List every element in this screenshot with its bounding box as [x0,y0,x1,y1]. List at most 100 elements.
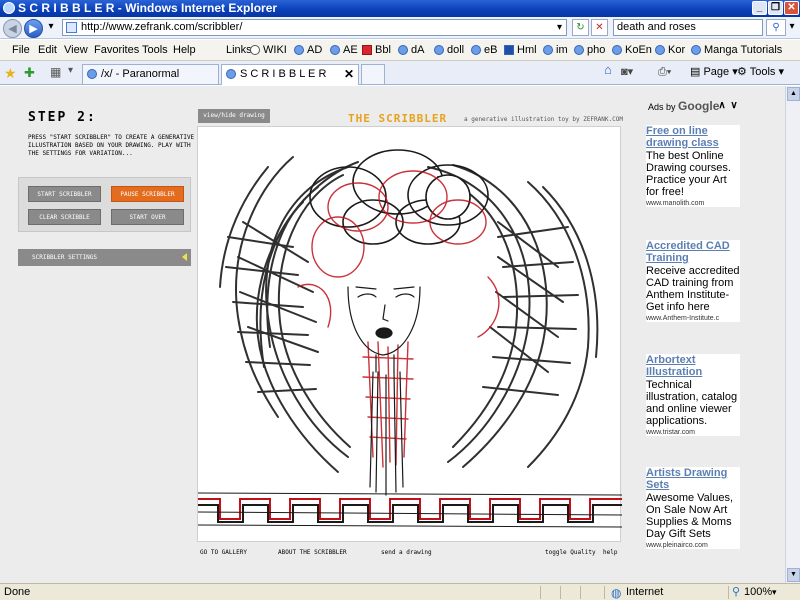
minimize-button[interactable]: _ [752,1,767,15]
feeds-icon[interactable]: ◙▾ [621,65,633,79]
tab-list-icon[interactable]: ▾ [68,65,73,76]
history-dropdown-icon[interactable]: ▾ [44,19,58,36]
ad-item[interactable]: Accredited CAD Training Receive accredit… [646,240,740,322]
ad-url[interactable]: www.manolith.com [646,200,740,207]
tools-menu[interactable]: ⚙ Tools ▾ [737,65,784,79]
link-eb[interactable]: eB [471,43,497,57]
drawing-canvas[interactable] [197,126,623,542]
yahoo-icon [362,45,372,55]
address-input[interactable]: http://www.zefrank.com/scribbler/ [62,19,567,36]
vertical-scrollbar[interactable]: ▲ ▼ [785,86,800,583]
link-label: AE [343,44,358,56]
ie-page-icon [294,45,304,55]
search-go-icon[interactable]: ⚲ [766,19,786,36]
start-scribbler-button[interactable]: START SCRIBBLER [28,186,101,202]
link-label: eB [484,44,498,56]
link-label: Bbl [375,44,391,56]
address-dropdown-icon[interactable]: ▾ [553,20,566,35]
close-tab-icon[interactable]: ✕ [344,65,354,83]
menu-edit[interactable]: Edit [38,43,57,57]
tab-scribbler[interactable]: S C R I B B L E R ✕ [221,64,359,85]
link-im[interactable]: im [543,43,568,57]
stop-icon[interactable]: ✕ [591,19,608,36]
menu-file[interactable]: File [12,43,30,57]
link-label: doll [447,44,465,56]
link-label: AD [307,44,323,56]
link-manga-tutorials[interactable]: Manga Tutorials [691,43,782,57]
ads-by-google-label: Ads by Google [648,99,719,113]
view-hide-drawing-button[interactable]: view/hide drawing [198,109,270,123]
zone-text: Internet [626,586,664,598]
go-to-gallery-link[interactable]: GO TO GALLERY [200,549,247,556]
neck-strokes [369,371,404,496]
google-ads-panel: Ads by Google ∧ ∨ Free on line drawing c… [646,95,740,567]
status-divider [540,586,541,599]
send-drawing-link[interactable]: send a drawing [381,549,432,556]
menu-help[interactable]: Help [173,43,196,57]
ad-url[interactable]: www.tristar.com [646,429,740,436]
ad-title[interactable]: Accredited CAD Training [646,240,740,264]
ads-prev-icon[interactable]: ∧ [717,101,727,111]
hair-top-loops [309,149,489,245]
clear-scribble-button[interactable]: CLEAR SCRIBBLE [28,209,101,225]
zoom-level[interactable]: 100% [744,584,772,600]
window-title-bar: S C R I B B L E R - Windows Internet Exp… [0,0,800,17]
ie-page-icon [612,45,622,55]
start-over-button[interactable]: START OVER [111,209,184,225]
back-button[interactable]: ◀ [3,19,22,38]
print-icon[interactable]: ⎙▾ [658,65,671,79]
menu-view[interactable]: View [64,43,88,57]
ad-url[interactable]: www.pleinairco.com [646,542,740,549]
link-da[interactable]: dA [398,43,424,57]
ad-item[interactable]: Arbortext Illustration Technical illustr… [646,354,740,436]
ad-title[interactable]: Free on line drawing class [646,125,740,149]
about-scribbler-link[interactable]: ABOUT THE SCRIBBLER [278,549,347,556]
ad-url[interactable]: www.Anthem-Institute.c [646,315,740,322]
link-hml[interactable]: Hml [504,43,537,57]
close-window-button[interactable]: ✕ [784,1,799,15]
link-wiki[interactable]: WIKI [250,43,287,57]
page-menu[interactable]: ▤ Page ▾ [690,65,738,79]
help-link[interactable]: help [603,549,617,556]
menu-favorites[interactable]: Favorites [94,43,139,57]
link-ae[interactable]: AE [330,43,358,57]
settings-label: SCRIBBLER SETTINGS [32,254,98,261]
search-options-icon[interactable]: ▾ [786,19,798,36]
new-tab-button[interactable] [361,64,385,84]
zoom-icon[interactable]: ⚲ [732,584,740,600]
ad-body: Receive accredited CAD training from Ant… [646,265,740,313]
link-kor[interactable]: Kor [655,43,685,57]
link-bbl[interactable]: Bbl [362,43,391,57]
scroll-down-icon[interactable]: ▼ [787,568,800,582]
forward-button[interactable]: ▶ [24,19,43,38]
ad-item[interactable]: Free on line drawing class The best Onli… [646,125,740,207]
scribbler-settings-toggle[interactable]: SCRIBBLER SETTINGS [18,249,191,266]
tab-paranormal[interactable]: /x/ - Paranormal [82,64,219,84]
pause-scribbler-button[interactable]: PAUSE SCRIBBLER [111,186,184,202]
link-koen[interactable]: KoEn [612,43,652,57]
link-ad[interactable]: AD [294,43,322,57]
link-label: Manga Tutorials [704,44,783,56]
search-input[interactable]: death and roses [613,19,763,36]
tools-menu-label: Tools [749,66,776,78]
ads-next-icon[interactable]: ∨ [729,101,739,111]
ad-title[interactable]: Arbortext Illustration [646,354,740,378]
ie-page-icon [226,69,236,79]
link-doll[interactable]: doll [434,43,464,57]
scroll-up-icon[interactable]: ▲ [787,87,800,101]
refresh-icon[interactable]: ↻ [572,19,589,36]
zoom-dropdown-icon[interactable]: ▾ [772,584,777,600]
status-divider [728,586,729,599]
page-icon [66,22,77,33]
home-icon[interactable]: ⌂ [604,63,612,77]
ie-page-icon [330,45,340,55]
add-favorite-icon[interactable]: ✚ [24,65,35,81]
link-pho[interactable]: pho [574,43,605,57]
restore-button[interactable]: ❐ [768,1,783,15]
quick-tabs-icon[interactable]: ▦ [50,65,61,79]
menu-tools[interactable]: Tools [142,43,168,57]
ad-item[interactable]: Artists Drawing Sets Awesome Values, On … [646,467,740,549]
favorites-star-icon[interactable]: ★ [4,65,17,82]
toggle-quality-link[interactable]: toggle Quality [545,549,596,556]
ad-title[interactable]: Artists Drawing Sets [646,467,740,491]
